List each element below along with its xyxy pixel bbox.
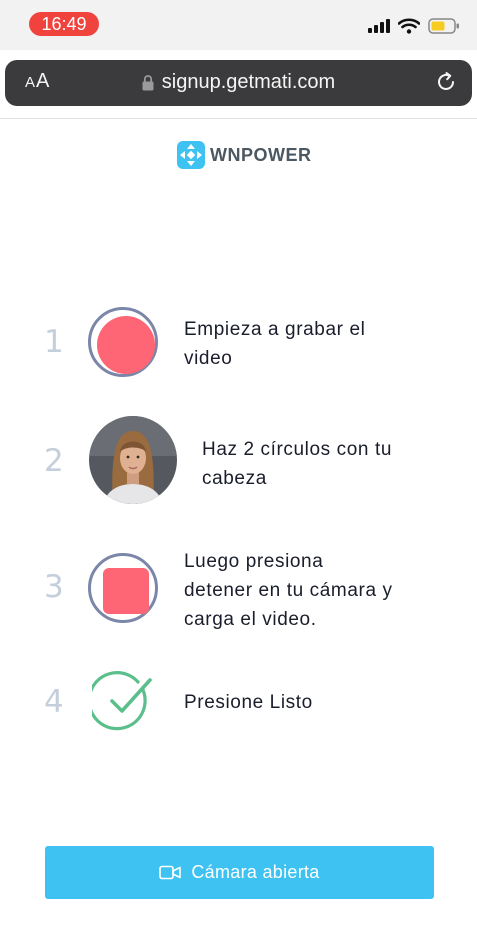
step-number: 2 — [44, 443, 64, 479]
person-avatar — [89, 416, 177, 504]
step-text: Haz 2 círculos con tu cabeza — [202, 435, 392, 493]
checkmark-icon — [92, 671, 152, 731]
stop-button-icon — [88, 553, 158, 623]
brand-logo: WNPOWER — [177, 141, 312, 169]
url-text: signup.getmati.com — [161, 71, 336, 93]
status-icons — [368, 16, 460, 36]
open-camera-button[interactable]: Cámara abierta — [45, 846, 434, 899]
step-text-line: carga el video. — [184, 609, 317, 630]
step-number: 4 — [44, 684, 64, 720]
step-text-line: cabeza — [202, 468, 267, 489]
step-text-line: Empieza a grabar el — [184, 319, 366, 340]
person-avatar-illustration — [89, 416, 177, 504]
lock-icon — [142, 74, 154, 90]
reload-icon[interactable] — [434, 70, 458, 94]
step-text: Luego presiona detener en tu cámara y ca… — [184, 547, 393, 634]
browser-address-bar[interactable]: AA signup.getmati.com — [5, 60, 472, 106]
step-text-line: Haz 2 círculos con tu — [202, 439, 393, 460]
step-text-line: video — [184, 348, 233, 369]
wnpower-logo-icon — [177, 141, 205, 169]
battery-icon — [428, 18, 459, 34]
open-camera-label: Cámara abierta — [191, 862, 320, 882]
step-number: 1 — [44, 324, 64, 360]
status-time: 16:49 — [29, 12, 99, 36]
wifi-icon — [398, 18, 420, 34]
step-number: 3 — [44, 569, 64, 605]
page-divider — [0, 118, 477, 119]
status-bar: 16:49 — [0, 0, 477, 50]
logo-text: WNPOWER — [210, 144, 312, 165]
video-camera-icon — [159, 865, 182, 880]
step-text: Empieza a grabar el video — [184, 315, 365, 373]
step-text-line: Luego presiona — [184, 551, 324, 572]
step-text-line: detener en tu cámara y — [184, 580, 393, 601]
stop-square — [103, 568, 149, 614]
signal-icon — [368, 19, 390, 33]
record-dot — [97, 316, 155, 374]
record-button-icon — [88, 307, 158, 377]
step-text: Presione Listo — [184, 688, 313, 717]
url-display[interactable]: signup.getmati.com — [5, 71, 472, 94]
step-text-line: Presione Listo — [184, 692, 313, 713]
